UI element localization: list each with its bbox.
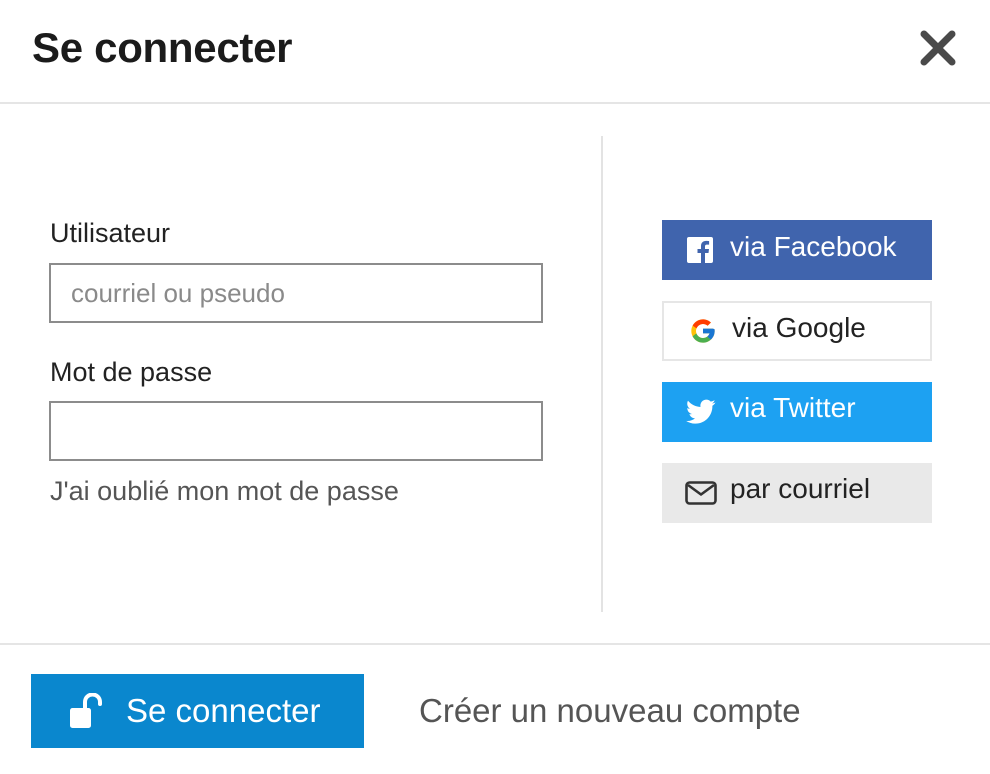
twitter-icon: [686, 382, 716, 442]
dialog-body: Utilisateur Mot de passe J'ai oublié mon…: [0, 104, 990, 644]
envelope-icon: [685, 463, 717, 523]
create-account-link[interactable]: Créer un nouveau compte: [419, 692, 801, 730]
facebook-label: via Facebook: [730, 231, 897, 262]
login-dialog: Se connecter Utilisateur Mot de passe J'…: [0, 0, 990, 774]
email-label: par courriel: [730, 473, 871, 504]
login-submit-label: Se connecter: [126, 692, 321, 729]
close-icon: [918, 28, 958, 68]
password-label: Mot de passe: [50, 357, 213, 387]
twitter-label: via Twitter: [730, 392, 856, 423]
forgot-password-link[interactable]: J'ai oublié mon mot de passe: [50, 474, 399, 508]
dialog-title: Se connecter: [32, 24, 293, 71]
dialog-header: Se connecter: [0, 0, 990, 104]
google-label: via Google: [732, 312, 866, 343]
facebook-icon: [687, 220, 713, 280]
google-login-button[interactable]: via Google: [662, 301, 932, 361]
username-input[interactable]: [49, 263, 543, 323]
password-input[interactable]: [49, 401, 543, 461]
vertical-divider: [601, 136, 603, 612]
close-button[interactable]: [918, 28, 958, 68]
login-submit-button[interactable]: Se connecter: [31, 674, 364, 748]
google-icon: [689, 301, 717, 361]
unlock-icon: [69, 692, 103, 734]
username-label: Utilisateur: [50, 218, 171, 248]
email-login-button[interactable]: par courriel: [662, 463, 932, 523]
dialog-footer: Se connecter Créer un nouveau compte: [0, 643, 990, 774]
twitter-login-button[interactable]: via Twitter: [662, 382, 932, 442]
facebook-login-button[interactable]: via Facebook: [662, 220, 932, 280]
